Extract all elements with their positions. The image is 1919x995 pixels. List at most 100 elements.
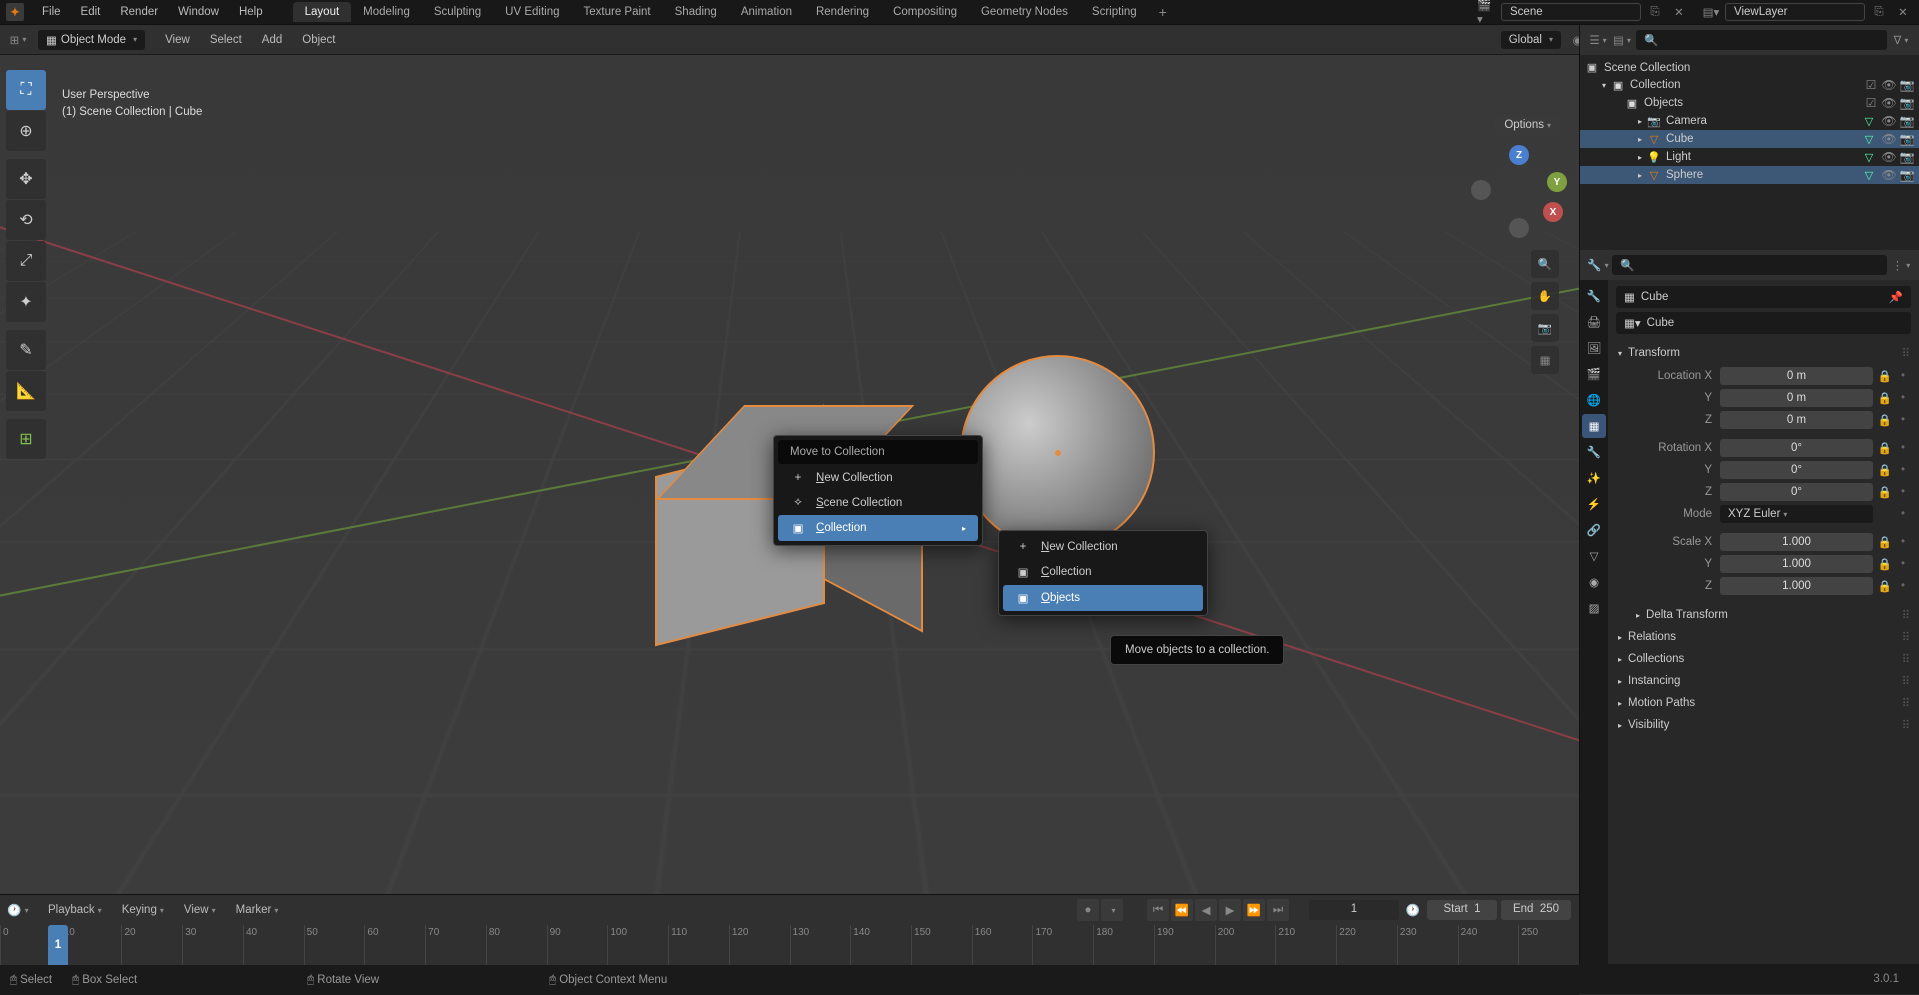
new-scene-icon[interactable]: ⎘ xyxy=(1645,2,1665,22)
location-x-field[interactable]: 0 m xyxy=(1720,367,1873,385)
jump-start-icon[interactable]: ⏮ xyxy=(1147,899,1169,921)
viewlayer-name-field[interactable]: ViewLayer xyxy=(1725,3,1865,21)
prev-key-icon[interactable]: ⏪ xyxy=(1171,899,1193,921)
outliner-item-camera[interactable]: ▸📷Camera▽👁📷 xyxy=(1580,112,1919,130)
rotation-x-field[interactable]: 0° xyxy=(1720,439,1873,457)
viewport-menu-object[interactable]: Object xyxy=(292,30,345,50)
material-tab-icon[interactable]: ◉ xyxy=(1582,570,1606,594)
keying-set-icon[interactable] xyxy=(1101,899,1123,921)
constraint-tab-icon[interactable]: 🔗 xyxy=(1582,518,1606,542)
play-icon[interactable]: ▶ xyxy=(1219,899,1241,921)
tab-rendering[interactable]: Rendering xyxy=(804,2,881,22)
particle-tab-icon[interactable]: ✨ xyxy=(1582,466,1606,490)
timeline-track[interactable]: 0102030405060708090100110120130140150160… xyxy=(0,925,1579,965)
gizmo-neg-axis2-icon[interactable] xyxy=(1509,218,1529,238)
autokey-icon[interactable]: ● xyxy=(1077,899,1099,921)
toggle-perspective-icon[interactable]: ▦ xyxy=(1531,346,1559,374)
editor-type-icon[interactable]: ⊞ xyxy=(8,30,28,50)
cursor-tool-icon[interactable]: ⊕ xyxy=(6,111,46,151)
add-workspace-button[interactable]: + xyxy=(1149,0,1177,24)
modifier-tab-icon[interactable]: 🔧 xyxy=(1582,440,1606,464)
sub-item-new-collection[interactable]: +New Collection xyxy=(1003,535,1203,559)
rotation-z-field[interactable]: 0° xyxy=(1720,483,1873,501)
navigation-gizmo[interactable]: Z Y X xyxy=(1479,150,1559,230)
output-tab-icon[interactable]: 🖨 xyxy=(1582,310,1606,334)
texture-tab-icon[interactable]: ▨ xyxy=(1582,596,1606,620)
panel-delta-transform[interactable]: ▸Delta Transform⠿ xyxy=(1616,604,1911,626)
timeline-menu-view[interactable]: View xyxy=(174,900,226,920)
3d-viewport[interactable]: User Perspective (1) Scene Collection | … xyxy=(0,55,1579,894)
viewport-menu-add[interactable]: Add xyxy=(252,30,292,50)
scene-icon[interactable]: 🎬▾ xyxy=(1477,2,1497,22)
transform-panel-header[interactable]: ▾Transform⠿ xyxy=(1616,342,1911,364)
gizmo-z-axis-icon[interactable]: Z xyxy=(1509,145,1529,165)
play-reverse-icon[interactable]: ◀ xyxy=(1195,899,1217,921)
menu-render[interactable]: Render xyxy=(110,2,168,22)
current-frame-field[interactable]: 1 xyxy=(1309,900,1399,920)
sub-item-objects[interactable]: ▣Objects xyxy=(1003,585,1203,611)
camera-view-icon[interactable]: 📷 xyxy=(1531,314,1559,342)
ctx-item-scene-collection[interactable]: ⟡Scene Collection xyxy=(778,490,978,515)
properties-search-input[interactable]: 🔍 xyxy=(1612,255,1887,275)
move-tool-icon[interactable]: ✥ xyxy=(6,159,46,199)
measure-tool-icon[interactable]: 📐 xyxy=(6,371,46,411)
ctx-item-new-collection[interactable]: +New Collection xyxy=(778,466,978,490)
panel-visibility[interactable]: ▸Visibility⠿ xyxy=(1616,714,1911,736)
next-key-icon[interactable]: ⏩ xyxy=(1243,899,1265,921)
menu-window[interactable]: Window xyxy=(168,2,229,22)
delete-layer-icon[interactable]: ✕ xyxy=(1893,2,1913,22)
sphere-object[interactable] xyxy=(960,355,1155,550)
outliner-item-light[interactable]: ▸💡Light▽👁📷 xyxy=(1580,148,1919,166)
panel-relations[interactable]: ▸Relations⠿ xyxy=(1616,626,1911,648)
data-tab-icon[interactable]: ▽ xyxy=(1582,544,1606,568)
annotate-tool-icon[interactable]: ✎ xyxy=(6,330,46,370)
panel-motion-paths[interactable]: ▸Motion Paths⠿ xyxy=(1616,692,1911,714)
menu-help[interactable]: Help xyxy=(229,2,273,22)
outliner-display-icon[interactable]: ▤ xyxy=(1612,30,1632,50)
tab-scripting[interactable]: Scripting xyxy=(1080,2,1149,22)
select-box-tool-icon[interactable]: ⛶ xyxy=(6,70,46,110)
timeline-menu-playback[interactable]: Playback xyxy=(38,900,112,920)
viewlayer-tab-icon[interactable]: 🖼 xyxy=(1582,336,1606,360)
outliner-search-input[interactable]: 🔍 xyxy=(1636,30,1887,50)
timeline-editor-icon[interactable]: 🕐 xyxy=(8,900,28,920)
tab-geometry-nodes[interactable]: Geometry Nodes xyxy=(969,2,1080,22)
viewport-menu-select[interactable]: Select xyxy=(200,30,252,50)
tab-texture-paint[interactable]: Texture Paint xyxy=(572,2,663,22)
tab-sculpting[interactable]: Sculpting xyxy=(422,2,493,22)
layer-icon[interactable]: ▤▾ xyxy=(1701,2,1721,22)
mode-dropdown[interactable]: ▦ Object Mode xyxy=(38,30,145,50)
viewport-menu-view[interactable]: View xyxy=(155,30,200,50)
zoom-icon[interactable]: 🔍 xyxy=(1531,250,1559,278)
panel-instancing[interactable]: ▸Instancing⠿ xyxy=(1616,670,1911,692)
scene-collection-label[interactable]: Scene Collection xyxy=(1604,62,1915,74)
menu-file[interactable]: File xyxy=(32,2,71,22)
panel-collections[interactable]: ▸Collections⠿ xyxy=(1616,648,1911,670)
timeline-menu-keying[interactable]: Keying xyxy=(112,900,174,920)
rotation-mode-dropdown[interactable]: XYZ Euler xyxy=(1720,505,1873,523)
collection-label[interactable]: Collection xyxy=(1630,79,1859,91)
start-frame-field[interactable]: Start 1 xyxy=(1427,900,1497,920)
physics-tab-icon[interactable]: ⚡ xyxy=(1582,492,1606,516)
location-z-field[interactable]: 0 m xyxy=(1720,411,1873,429)
outliner-item-sphere[interactable]: ▸▽Sphere▽👁📷 xyxy=(1580,166,1919,184)
tab-compositing[interactable]: Compositing xyxy=(881,2,969,22)
property-breadcrumb[interactable]: ▦ Cube📌 xyxy=(1616,286,1911,308)
jump-end-icon[interactable]: ⏭ xyxy=(1267,899,1289,921)
rotation-y-field[interactable]: 0° xyxy=(1720,461,1873,479)
scale-y-field[interactable]: 1.000 xyxy=(1720,555,1873,573)
blender-logo-icon[interactable]: ✦ xyxy=(6,3,24,21)
orientation-dropdown[interactable]: Global xyxy=(1501,31,1561,49)
delete-scene-icon[interactable]: ✕ xyxy=(1669,2,1689,22)
outliner-item-cube[interactable]: ▸▽Cube▽👁📷 xyxy=(1580,130,1919,148)
object-name-field[interactable]: ▦▾ Cube xyxy=(1616,312,1911,334)
gizmo-neg-axis-icon[interactable] xyxy=(1471,180,1491,200)
ctx-item-collection[interactable]: ▣Collection▸ xyxy=(778,515,978,541)
tab-shading[interactable]: Shading xyxy=(663,2,729,22)
tab-modeling[interactable]: Modeling xyxy=(351,2,422,22)
tab-layout[interactable]: Layout xyxy=(293,2,352,22)
pan-icon[interactable]: ✋ xyxy=(1531,282,1559,310)
gizmo-x-axis-icon[interactable]: X xyxy=(1543,202,1563,222)
frame-lock-icon[interactable]: 🕐 xyxy=(1403,900,1423,920)
tab-uv-editing[interactable]: UV Editing xyxy=(493,2,571,22)
